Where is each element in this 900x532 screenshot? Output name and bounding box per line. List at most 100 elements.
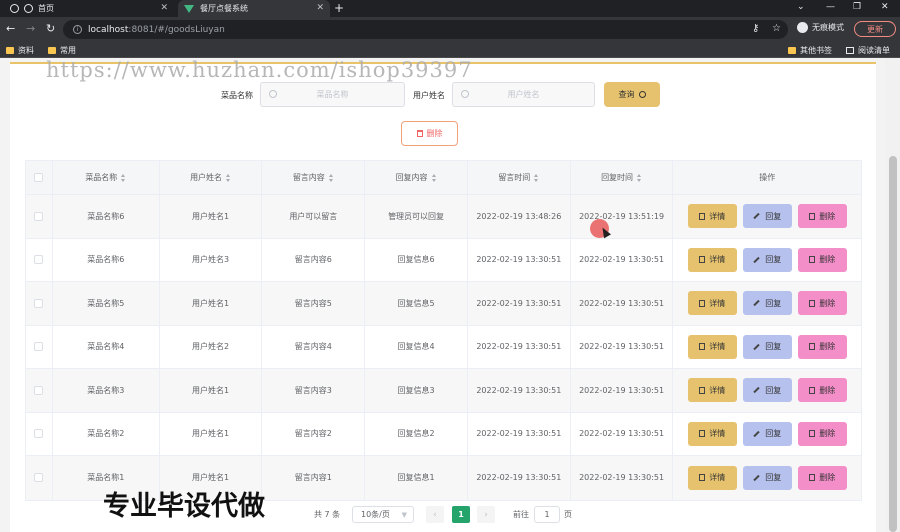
detail-label: 详情 (709, 473, 726, 483)
reading-list-icon (846, 47, 854, 54)
detail-button[interactable]: 详情 (687, 378, 737, 403)
sort-icon[interactable] (637, 173, 642, 182)
reply-button[interactable]: 回复 (742, 291, 792, 316)
key-icon[interactable]: ⚷ (752, 23, 759, 34)
reply-button[interactable]: 回复 (742, 204, 792, 229)
detail-button[interactable]: 详情 (687, 204, 737, 229)
row-checkbox[interactable] (34, 255, 44, 265)
header-label: 回复时间 (601, 173, 634, 182)
dish-name-input[interactable]: 菜品名称 (260, 82, 405, 107)
delete-button[interactable]: 删除 (797, 421, 847, 446)
dish-name-placeholder: 菜品名称 (316, 90, 349, 99)
header-reply[interactable]: 回复内容 (365, 161, 468, 194)
info-icon[interactable]: i (73, 25, 82, 34)
row-checkbox[interactable] (34, 429, 44, 439)
scrollbar-thumb[interactable] (889, 156, 897, 532)
close-icon[interactable]: ✕ (160, 3, 168, 13)
close-icon[interactable]: ✕ (316, 3, 324, 13)
header-message-time[interactable]: 留言时间 (468, 161, 571, 194)
address-bar[interactable]: i localhost :8081/#/goodsLiuyan (63, 20, 788, 39)
reply-button[interactable]: 回复 (742, 334, 792, 359)
reply-button[interactable]: 回复 (742, 247, 792, 272)
row-checkbox[interactable] (34, 342, 44, 352)
user-name-input[interactable]: 用户姓名 (452, 82, 595, 107)
minimize-icon[interactable]: — (826, 2, 835, 12)
delete-button[interactable]: 删除 (797, 378, 847, 403)
batch-delete-button[interactable]: 删除 (401, 121, 458, 146)
row-checkbox[interactable] (34, 473, 44, 483)
page-size-select[interactable]: 10条/页 ▼ (352, 506, 414, 523)
sort-icon[interactable] (534, 173, 539, 182)
reply-button[interactable]: 回复 (742, 465, 792, 490)
browser-toolbar: ← → ↻ i localhost :8081/#/goodsLiuyan ⚷ … (0, 17, 900, 42)
reply-time-cell: 2022-02-19 13:30:51 (571, 412, 674, 455)
row-checkbox[interactable] (34, 298, 44, 308)
detail-label: 详情 (709, 211, 726, 221)
sort-icon[interactable] (431, 173, 437, 182)
bookmark-folder-changyong[interactable]: 常用 (48, 45, 76, 56)
dish-name-cell: 菜品名称2 (53, 412, 160, 455)
table-row: 菜品名称6 用户姓名3 留言内容6 回复信息6 2022-02-19 13:30:51 2… (26, 238, 861, 282)
row-select-cell (26, 456, 53, 500)
prev-page-button[interactable]: ‹ (426, 506, 444, 523)
reading-list[interactable]: 阅读清单 (846, 45, 890, 56)
table-row: 菜品名称6 用户姓名1 用户可以留言 管理员可以回复 2022-02-19 13:48:… (26, 195, 861, 239)
tab-restaurant-label: 餐厅点餐系统 (200, 4, 248, 13)
delete-button[interactable]: 删除 (797, 247, 847, 272)
next-page-button[interactable]: › (477, 506, 495, 523)
sort-icon[interactable] (328, 173, 334, 182)
reload-icon[interactable]: ↻ (46, 22, 55, 35)
incognito-indicator[interactable]: 无痕模式 (797, 22, 844, 33)
message-text: 留言内容3 (294, 385, 332, 395)
detail-button[interactable]: 详情 (687, 247, 737, 272)
header-reply-time[interactable]: 回复时间 (571, 161, 674, 194)
new-tab-button[interactable]: + (334, 1, 344, 15)
header-user[interactable]: 用户姓名 (160, 161, 263, 194)
chevron-right-icon: › (484, 509, 488, 520)
header-message[interactable]: 留言内容 (262, 161, 366, 194)
trash-icon (809, 256, 816, 264)
tab-restaurant-system[interactable]: 餐厅点餐系统 ✕ (178, 0, 330, 17)
reply-button[interactable]: 回复 (742, 378, 792, 403)
goto-page-input[interactable]: 1 (534, 506, 560, 523)
window-close-icon[interactable]: ✕ (881, 2, 889, 12)
star-icon[interactable]: ☆ (772, 23, 781, 34)
delete-button[interactable]: 删除 (797, 204, 847, 229)
chevron-down-icon[interactable]: ⌄ (797, 2, 805, 12)
header-dish[interactable]: 菜品名称 (53, 161, 160, 194)
bookmark-folder-other[interactable]: 其他书签 (788, 45, 832, 56)
bookmark-folder-ziliao[interactable]: 资料 (6, 45, 34, 56)
reply-text: 回复信息6 (397, 255, 435, 265)
row-checkbox[interactable] (34, 385, 44, 395)
detail-button[interactable]: 详情 (687, 465, 737, 490)
sort-icon[interactable] (121, 173, 126, 182)
forward-icon[interactable]: → (26, 22, 35, 35)
row-checkbox[interactable] (34, 211, 44, 221)
search-icon (461, 90, 469, 98)
header-label: 留言时间 (498, 173, 531, 182)
back-icon[interactable]: ← (6, 22, 15, 35)
trash-icon (416, 130, 423, 137)
delete-button[interactable]: 删除 (797, 465, 847, 490)
header-actions: 操作 (673, 161, 861, 194)
maximize-icon[interactable]: ❐ (853, 2, 861, 12)
page-number-current[interactable]: 1 (452, 506, 470, 523)
detail-button[interactable]: 详情 (687, 421, 737, 446)
detail-button[interactable]: 详情 (687, 334, 737, 359)
query-button[interactable]: 查询 (604, 82, 660, 107)
select-all-checkbox[interactable] (34, 173, 44, 182)
dish-name-cell: 菜品名称3 (53, 369, 160, 412)
table-row: 菜品名称2 用户姓名1 留言内容2 回复信息2 2022-02-19 13:30:51 2… (26, 412, 861, 456)
user-name-placeholder: 用户姓名 (507, 90, 540, 99)
tab-home[interactable]: 首页 ✕ (4, 0, 174, 17)
message-time-cell: 2022-02-19 13:30:51 (468, 282, 571, 325)
update-button[interactable]: 更新 (854, 21, 896, 37)
detail-button[interactable]: 详情 (687, 291, 737, 316)
actions-cell: 详情 回复 删除 (673, 239, 861, 282)
reply-button[interactable]: 回复 (742, 421, 792, 446)
delete-button[interactable]: 删除 (797, 291, 847, 316)
sort-icon[interactable] (226, 173, 231, 182)
delete-button[interactable]: 删除 (797, 334, 847, 359)
actions-cell: 详情 回复 删除 (673, 282, 861, 325)
trash-icon (809, 430, 816, 438)
